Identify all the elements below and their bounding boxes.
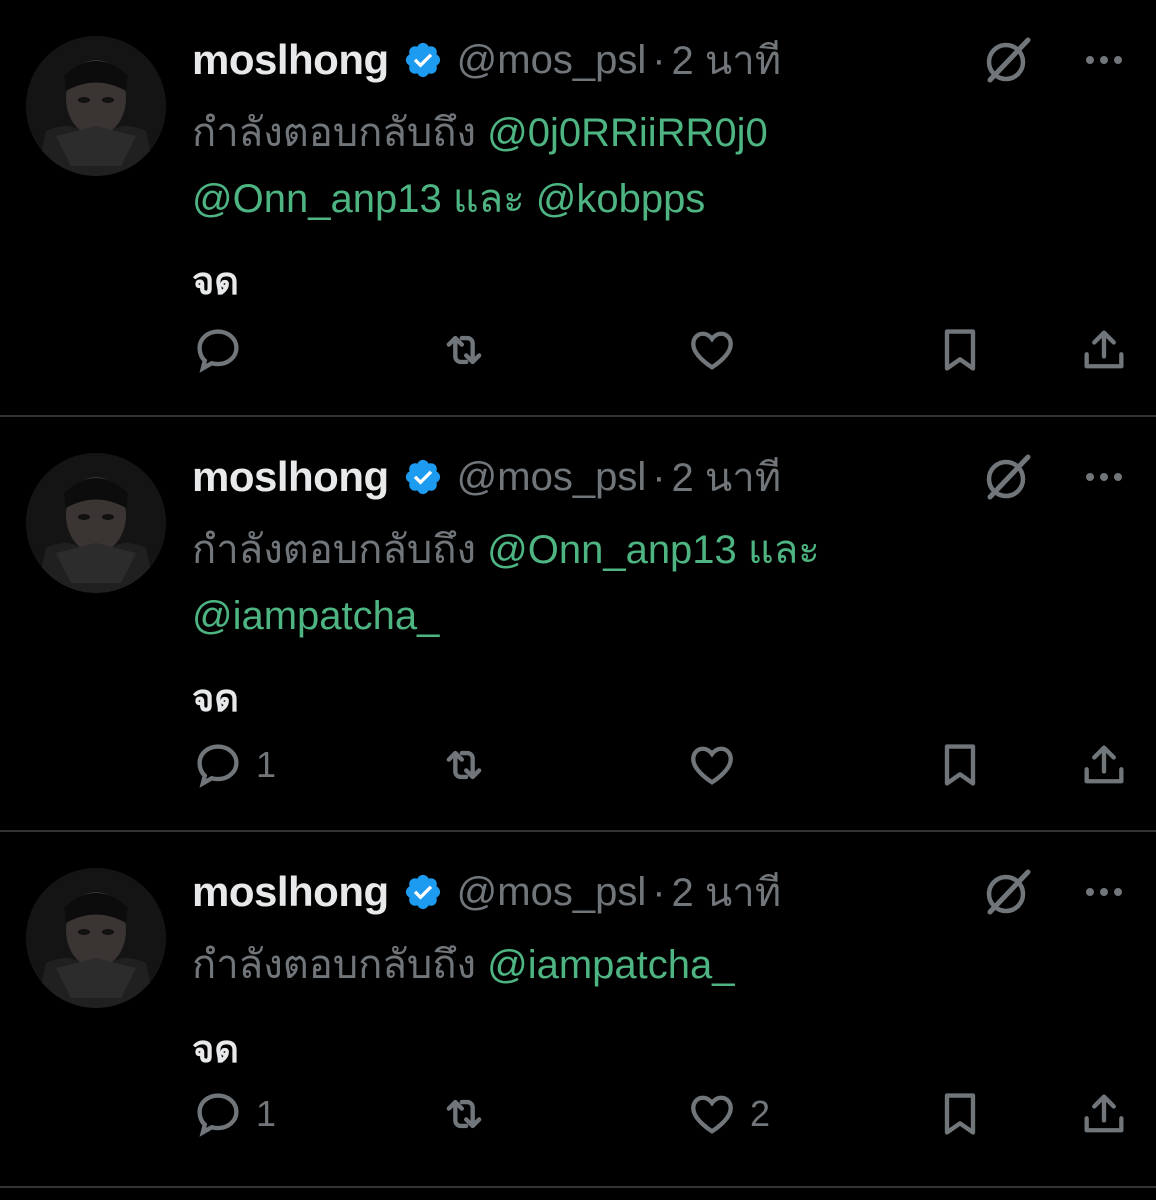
like-icon xyxy=(691,746,733,785)
handle[interactable]: @mos_psl xyxy=(457,455,647,500)
reply-icon xyxy=(197,329,239,373)
bookmark-icon xyxy=(944,329,976,371)
replying-to-label: กำลังตอบกลับถึง xyxy=(192,111,476,155)
like-icon xyxy=(691,331,733,370)
action-bar xyxy=(192,322,1132,378)
bookmark-button[interactable] xyxy=(934,1086,986,1142)
display-name[interactable]: moslhong xyxy=(192,453,389,501)
bookmark-button[interactable] xyxy=(934,322,986,378)
retweet-icon xyxy=(446,335,482,365)
share-icon xyxy=(1084,745,1124,784)
tweet[interactable]: moslhong @mos_psl · 2 นาที กำลังตอบกลับถ… xyxy=(0,832,1156,1184)
divider xyxy=(0,1186,1156,1188)
tweet-header: moslhong @mos_psl · 2 นาที xyxy=(192,32,781,88)
mention-link[interactable]: @Onn_anp13 xyxy=(487,528,737,572)
verified-badge-icon xyxy=(405,459,440,495)
reply-button[interactable] xyxy=(192,322,256,378)
tweet-header: moslhong @mos_psl · 2 นาที xyxy=(192,449,781,505)
avatar[interactable] xyxy=(26,36,166,176)
like-button[interactable]: 2 xyxy=(686,1086,770,1142)
share-button[interactable] xyxy=(1078,737,1130,793)
replying-to: กำลังตอบกลับถึง @iampatcha_ xyxy=(192,932,1092,998)
bookmark-icon xyxy=(944,1093,976,1135)
action-bar: 1 2 xyxy=(192,1086,1132,1142)
handle[interactable]: @mos_psl xyxy=(457,870,647,915)
avatar[interactable] xyxy=(26,453,166,593)
display-name[interactable]: moslhong xyxy=(192,868,389,916)
reply-icon xyxy=(197,1093,239,1137)
tweet-text: จด xyxy=(192,261,239,303)
verified-badge-icon xyxy=(405,874,440,910)
retweet-icon xyxy=(446,750,482,780)
tweet-header: moslhong @mos_psl · 2 นาที xyxy=(192,864,781,920)
replying-to: กำลังตอบกลับถึง @Onn_anp13 และ @iampatch… xyxy=(192,517,1092,649)
reply-count: 1 xyxy=(256,744,277,785)
avatar[interactable] xyxy=(26,868,166,1008)
retweet-icon xyxy=(446,1099,482,1129)
replying-to-label: กำลังตอบกลับถึง xyxy=(192,943,476,987)
timestamp[interactable]: 2 นาที xyxy=(672,445,782,509)
separator-dot: · xyxy=(652,37,666,82)
reply-count: 1 xyxy=(256,1093,277,1134)
header-actions xyxy=(982,451,1126,503)
display-name[interactable]: moslhong xyxy=(192,36,389,84)
like-count: 2 xyxy=(750,1093,771,1134)
conjunction-and: และ xyxy=(452,177,525,221)
tweet[interactable]: moslhong @mos_psl · 2 นาที กำลังตอบกลับถ… xyxy=(0,0,1156,415)
grok-icon[interactable] xyxy=(982,34,1034,86)
mention-link[interactable]: @0j0RRiiRR0j0 xyxy=(487,111,768,155)
retweet-button[interactable] xyxy=(438,1086,502,1142)
share-icon xyxy=(1084,1094,1124,1133)
verified-badge-icon xyxy=(405,42,440,78)
tweet-text: จด xyxy=(192,678,239,720)
reply-icon xyxy=(197,744,239,788)
grok-icon[interactable] xyxy=(982,451,1034,503)
bookmark-icon xyxy=(944,744,976,786)
mention-link[interactable]: @kobpps xyxy=(536,177,706,221)
header-actions xyxy=(982,866,1126,918)
like-button[interactable] xyxy=(686,322,750,378)
retweet-button[interactable] xyxy=(438,737,502,793)
header-actions xyxy=(982,34,1126,86)
conjunction-and: และ xyxy=(747,528,820,572)
replying-to: กำลังตอบกลับถึง @0j0RRiiRR0j0 @Onn_anp13… xyxy=(192,100,1092,232)
reply-button[interactable]: 1 xyxy=(192,1086,276,1142)
grok-icon[interactable] xyxy=(982,866,1034,918)
share-icon xyxy=(1084,330,1124,369)
retweet-button[interactable] xyxy=(438,322,502,378)
share-button[interactable] xyxy=(1078,322,1130,378)
mention-link[interactable]: @Onn_anp13 xyxy=(192,177,442,221)
tweet-text: จด xyxy=(192,1029,239,1071)
more-icon[interactable] xyxy=(1082,455,1126,499)
reply-button[interactable]: 1 xyxy=(192,737,276,793)
tweet-feed: moslhong @mos_psl · 2 นาที กำลังตอบกลับถ… xyxy=(0,0,1156,1200)
bookmark-button[interactable] xyxy=(934,737,986,793)
separator-dot: · xyxy=(652,869,666,914)
timestamp[interactable]: 2 นาที xyxy=(672,28,782,92)
timestamp[interactable]: 2 นาที xyxy=(672,860,782,924)
mention-link[interactable]: @iampatcha_ xyxy=(487,943,734,987)
action-bar: 1 xyxy=(192,737,1132,793)
replying-to-label: กำลังตอบกลับถึง xyxy=(192,528,476,572)
like-button[interactable] xyxy=(686,737,750,793)
handle[interactable]: @mos_psl xyxy=(457,38,647,83)
separator-dot: · xyxy=(652,454,666,499)
mention-link[interactable]: @iampatcha_ xyxy=(192,594,439,638)
more-icon[interactable] xyxy=(1082,870,1126,914)
tweet[interactable]: moslhong @mos_psl · 2 นาที กำลังตอบกลับถ… xyxy=(0,417,1156,832)
more-icon[interactable] xyxy=(1082,38,1126,82)
like-icon xyxy=(691,1095,733,1134)
share-button[interactable] xyxy=(1078,1086,1130,1142)
